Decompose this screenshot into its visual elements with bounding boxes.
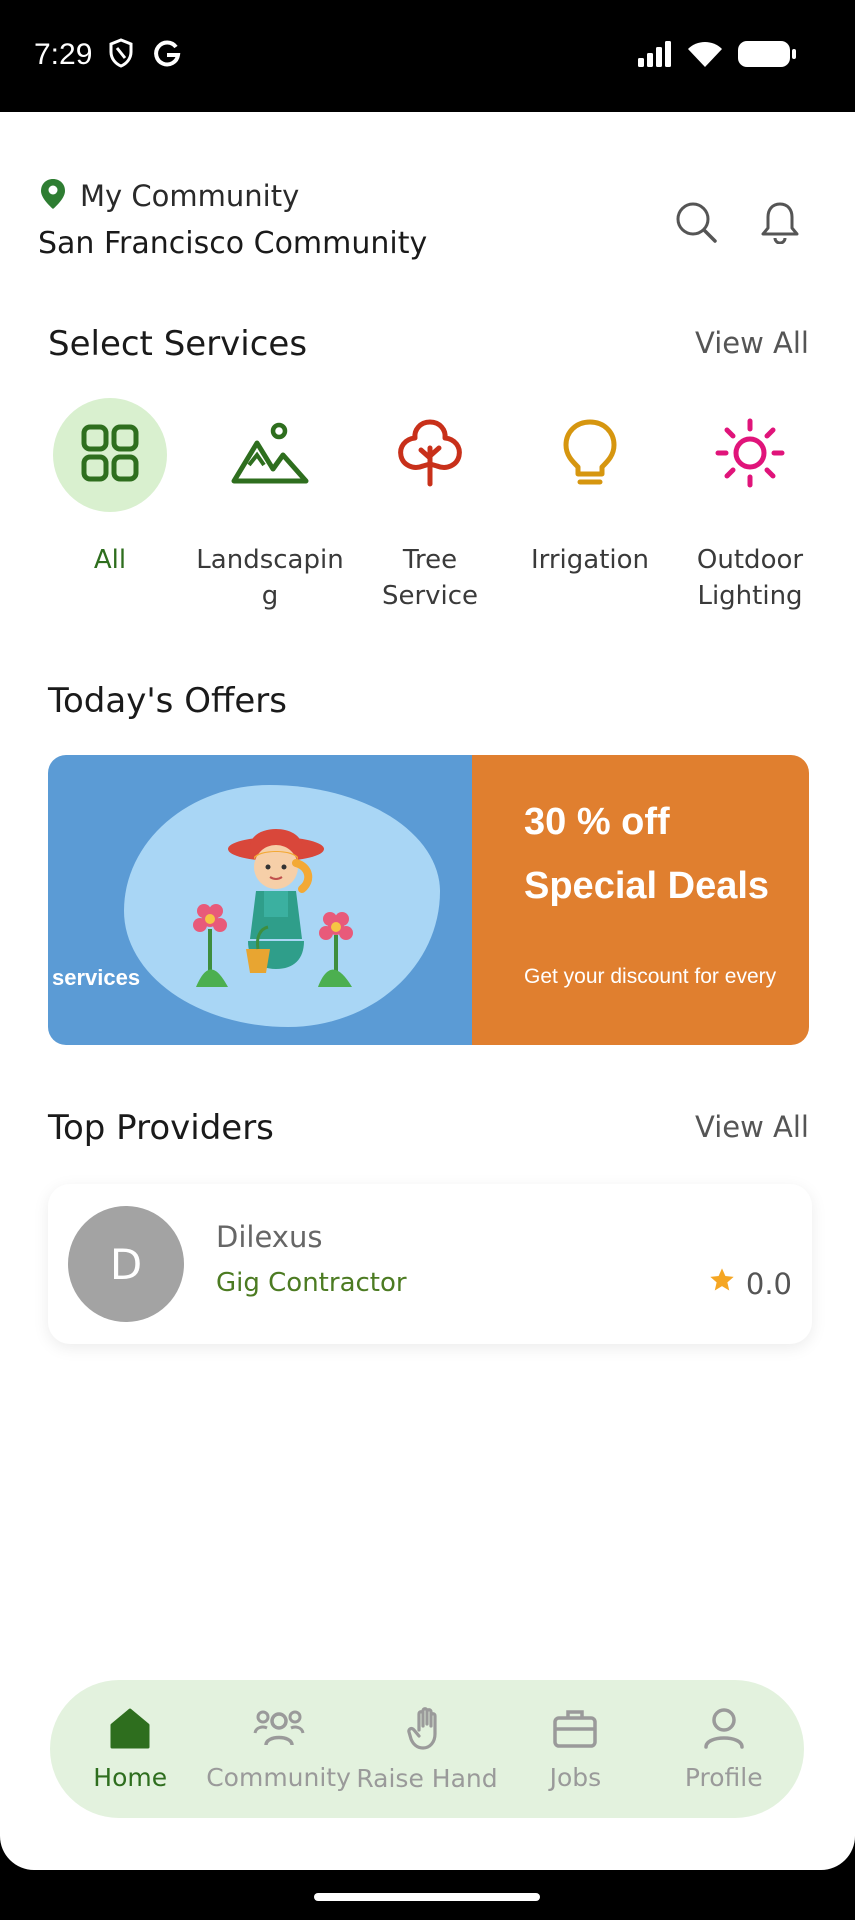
service-icon-wrapper <box>373 398 487 512</box>
service-icon-wrapper <box>693 398 807 512</box>
location-label: My Community <box>80 179 300 213</box>
bottom-navigation: Home Community Raise Hand Jobs Profile <box>50 1680 804 1818</box>
nav-label: Community <box>206 1762 351 1792</box>
status-time: 7:29 <box>34 38 93 71</box>
banner-text-panel: 30 % off Special Deals Get your discount… <box>472 755 809 1045</box>
service-outdoor-lighting[interactable]: Outdoor Lighting <box>670 398 830 614</box>
provider-name: Dilexus <box>216 1220 323 1254</box>
battery-icon <box>737 40 797 72</box>
status-right-icons <box>637 40 797 72</box>
nav-label: Profile <box>684 1762 763 1792</box>
banner-discount: 30 % off <box>524 801 670 843</box>
providers-view-all-link[interactable]: View All <box>695 1110 809 1144</box>
community-selector[interactable]: My Community <box>40 178 299 214</box>
search-icon <box>674 200 718 248</box>
avatar: D <box>68 1206 184 1322</box>
community-name[interactable]: San Francisco Community <box>38 226 427 261</box>
search-button[interactable] <box>670 198 722 250</box>
nav-label: Raise Hand <box>356 1763 498 1793</box>
rating-value: 0.0 <box>745 1266 792 1301</box>
service-landscaping[interactable]: Landscapin g <box>190 398 350 614</box>
banner-headline: Special Deals <box>524 865 770 907</box>
sun-icon <box>714 417 786 493</box>
bell-icon <box>759 200 801 248</box>
service-label: Outdoor Lighting <box>696 545 804 611</box>
nav-raise-hand[interactable]: Raise Hand <box>354 1706 500 1793</box>
services-list: All Landscapin g Tree Service Irrigation… <box>30 398 830 614</box>
home-screen: My Community San Francisco Community Sel… <box>0 112 855 1870</box>
signal-icon <box>637 40 673 72</box>
notifications-button[interactable] <box>754 198 806 250</box>
service-icon-wrapper <box>213 398 327 512</box>
home-icon <box>108 1707 152 1753</box>
service-irrigation[interactable]: Irrigation <box>510 398 670 614</box>
banner-services-text: services <box>52 965 141 990</box>
star-icon <box>708 1266 736 1301</box>
providers-title: Top Providers <box>48 1108 274 1148</box>
provider-rating: 0.0 <box>708 1266 792 1301</box>
offers-title: Today's Offers <box>48 681 287 721</box>
wifi-icon <box>687 40 723 72</box>
services-view-all-link[interactable]: View All <box>695 326 809 360</box>
location-pin-icon <box>40 178 66 214</box>
service-all[interactable]: All <box>30 398 190 614</box>
home-indicator[interactable] <box>314 1893 540 1901</box>
service-label: All <box>93 545 127 575</box>
service-icon-wrapper <box>533 398 647 512</box>
provider-card[interactable]: D Dilexus Gig Contractor 0.0 <box>48 1184 812 1344</box>
nav-label: Jobs <box>549 1762 602 1792</box>
person-icon <box>702 1707 746 1753</box>
service-label: Irrigation <box>530 545 650 575</box>
nav-profile[interactable]: Profile <box>651 1707 797 1792</box>
service-label: Landscapin g <box>196 545 344 611</box>
provider-role: Gig Contractor <box>216 1268 407 1298</box>
hand-icon <box>407 1706 447 1754</box>
nav-jobs[interactable]: Jobs <box>502 1707 648 1792</box>
nav-label: Home <box>93 1762 168 1792</box>
service-icon-wrapper <box>53 398 167 512</box>
status-bar: 7:29 <box>0 0 855 112</box>
people-icon <box>253 1707 305 1753</box>
nav-community[interactable]: Community <box>206 1707 352 1792</box>
offer-banner[interactable]: services 30 % off Special Deals Get your… <box>48 755 809 1045</box>
briefcase-icon <box>552 1707 598 1753</box>
mountain-icon <box>231 421 309 489</box>
gardener-illustration <box>188 809 358 1003</box>
google-icon <box>152 38 182 72</box>
shield-icon <box>108 38 134 72</box>
banner-illustration-panel: services <box>48 755 472 1045</box>
service-tree-service[interactable]: Tree Service <box>350 398 510 614</box>
service-label: Tree Service <box>381 545 479 611</box>
tree-icon <box>395 418 465 492</box>
banner-subtext: Get your discount for every <box>524 965 777 988</box>
services-title: Select Services <box>48 324 308 364</box>
nav-home[interactable]: Home <box>57 1707 203 1792</box>
grid-icon <box>81 424 139 486</box>
lightbulb-icon <box>561 418 619 492</box>
status-left-icons <box>108 38 182 72</box>
